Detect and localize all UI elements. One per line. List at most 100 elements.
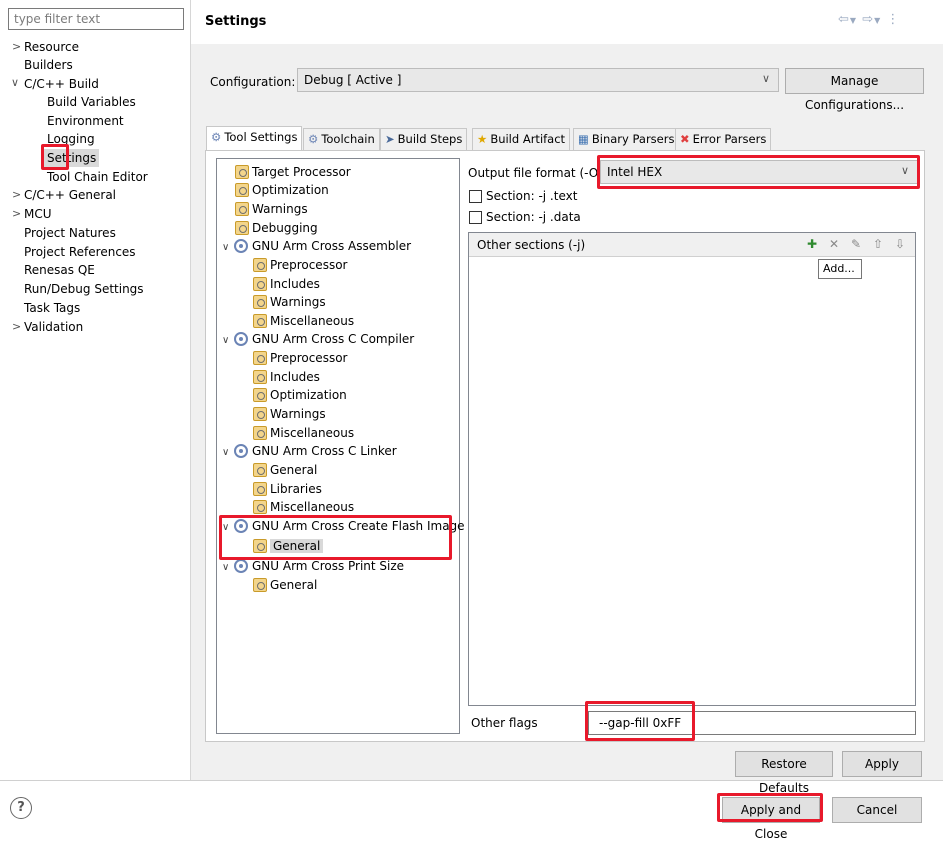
tree-item[interactable]: Debugging xyxy=(235,219,318,237)
nav-item-resource[interactable]: Resource xyxy=(24,38,79,56)
tree-item-label: Miscellaneous xyxy=(270,500,355,514)
tree-item-label: Miscellaneous xyxy=(270,314,355,328)
configuration-select[interactable]: Debug [ Active ] ∨ xyxy=(297,68,779,92)
tree-item[interactable]: Includes xyxy=(253,275,320,293)
nav-item-mcu[interactable]: MCU xyxy=(24,205,52,223)
tree-item[interactable]: ∨ GNU Arm Cross Print Size xyxy=(222,557,404,575)
nav-item-label: Renesas QE xyxy=(24,263,95,277)
nav-item-project-natures[interactable]: Project Natures xyxy=(24,224,116,242)
other-flags-label: Other flags xyxy=(471,716,538,730)
nav-item-cpp-build[interactable]: C/C++ Build xyxy=(24,75,99,93)
nav-item-build-variables[interactable]: Build Variables xyxy=(47,93,136,111)
tree-item[interactable]: Optimization xyxy=(235,181,329,199)
tree-item-label: Includes xyxy=(270,370,320,384)
tab-label: Toolchain xyxy=(321,132,375,146)
tree-item[interactable]: Miscellaneous xyxy=(253,424,354,442)
tab-error-parsers[interactable]: ✖ Error Parsers xyxy=(675,128,772,150)
chevron-down-icon[interactable]: ∨ xyxy=(222,332,234,350)
apply-and-close-button[interactable]: Apply and Close xyxy=(722,797,820,841)
apply-button[interactable]: Apply xyxy=(842,751,922,777)
tree-item[interactable]: ∨ GNU Arm Cross C Compiler xyxy=(222,330,414,348)
section-text-checkbox[interactable] xyxy=(469,190,482,203)
filter-input[interactable] xyxy=(8,8,184,30)
tree-item-label: General xyxy=(270,578,318,592)
chevron-down-icon[interactable]: ∨ xyxy=(222,239,234,257)
other-flags-input[interactable] xyxy=(588,711,916,735)
tree-item[interactable]: Warnings xyxy=(253,405,326,423)
chevron-down-icon[interactable]: ∨ xyxy=(222,519,234,537)
chevron-down-icon: ∨ xyxy=(761,72,770,85)
cancel-button[interactable]: Cancel xyxy=(832,797,922,823)
output-format-value: Intel HEX xyxy=(607,165,663,179)
nav-item-validation[interactable]: Validation xyxy=(24,318,83,336)
restore-defaults-button[interactable]: Restore Defaults xyxy=(735,751,833,795)
nav-item-renesas-qe[interactable]: Renesas QE xyxy=(24,261,95,279)
tree-item[interactable]: General xyxy=(253,461,317,479)
tab-toolchain[interactable]: ⚙ Toolchain xyxy=(303,128,380,150)
tree-item[interactable]: Preprocessor xyxy=(253,256,347,274)
section-data-checkbox[interactable] xyxy=(469,211,482,224)
tab-binary-parsers[interactable]: ▦ Binary Parsers xyxy=(573,128,680,150)
nav-item-run-debug-settings[interactable]: Run/Debug Settings xyxy=(24,280,144,298)
chevron-down-icon[interactable]: ∨ xyxy=(222,444,234,462)
nav-item-cpp-general[interactable]: C/C++ General xyxy=(24,186,116,204)
nav-item-project-references[interactable]: Project References xyxy=(24,243,136,261)
delete-icon[interactable]: ✕ xyxy=(826,236,842,252)
nav-item-environment[interactable]: Environment xyxy=(47,112,124,130)
dropdown-icon[interactable]: ▼ xyxy=(874,16,881,25)
nav-item-builders[interactable]: Builders xyxy=(24,56,73,74)
nav-item-tool-chain-editor[interactable]: Tool Chain Editor xyxy=(47,168,148,186)
tree-item[interactable]: Includes xyxy=(253,368,320,386)
configuration-value: Debug [ Active ] xyxy=(304,73,402,87)
tab-label: Build Steps xyxy=(397,132,463,146)
move-down-icon[interactable]: ⇩ xyxy=(892,236,908,252)
nav-item-settings[interactable]: Settings xyxy=(44,149,100,167)
tab-build-steps[interactable]: ➤ Build Steps xyxy=(380,128,468,150)
settings-page-icon xyxy=(253,370,267,384)
tree-item[interactable]: Miscellaneous xyxy=(253,498,354,516)
tree-item-label: Debugging xyxy=(252,221,318,235)
chevron-right-icon[interactable]: > xyxy=(12,207,24,220)
other-sections-list[interactable] xyxy=(468,232,916,706)
binary-icon: ▦ xyxy=(578,132,589,146)
chevron-down-icon[interactable]: ∨ xyxy=(11,76,23,89)
tree-item[interactable]: ∨ GNU Arm Cross C Linker xyxy=(222,442,397,460)
tree-item[interactable]: General xyxy=(253,576,317,594)
tree-item[interactable]: Miscellaneous xyxy=(253,312,354,330)
edit-icon[interactable]: ✎ xyxy=(848,236,864,252)
manage-configurations-button[interactable]: Manage Configurations... xyxy=(785,68,924,112)
section-text-label: Section: -j .text xyxy=(486,189,578,203)
tree-item[interactable]: Preprocessor xyxy=(253,349,347,367)
add-icon[interactable]: ✚ xyxy=(804,236,820,252)
tree-item[interactable]: Optimization xyxy=(253,386,347,404)
tab-label: Error Parsers xyxy=(692,132,767,146)
tree-item[interactable]: ∨ GNU Arm Cross Create Flash Image xyxy=(222,517,465,535)
tree-item[interactable]: Warnings xyxy=(253,293,326,311)
nav-item-task-tags[interactable]: Task Tags xyxy=(24,299,80,317)
chevron-right-icon[interactable]: > xyxy=(12,40,24,53)
nav-item-logging[interactable]: Logging xyxy=(47,130,95,148)
tab-build-artifact[interactable]: ★ Build Artifact xyxy=(472,128,571,150)
tree-item[interactable]: Target Processor xyxy=(235,163,351,181)
tool-icon xyxy=(234,444,248,458)
tree-item-label: Warnings xyxy=(252,202,308,216)
back-arrow-icon[interactable]: ⇦ xyxy=(838,12,850,27)
output-format-select[interactable]: Intel HEX ∨ xyxy=(600,160,918,184)
tree-item[interactable]: Libraries xyxy=(253,480,322,498)
tree-item[interactable]: ∨ GNU Arm Cross Assembler xyxy=(222,237,411,255)
tree-item-selected[interactable]: General xyxy=(253,537,324,555)
bottom-divider xyxy=(0,780,943,781)
tree-item[interactable]: Warnings xyxy=(235,200,308,218)
nav-item-label: MCU xyxy=(24,207,52,221)
dropdown-icon[interactable]: ▼ xyxy=(850,16,857,25)
chevron-right-icon[interactable]: > xyxy=(12,320,24,333)
chevron-right-icon[interactable]: > xyxy=(12,188,24,201)
chevron-down-icon[interactable]: ∨ xyxy=(222,559,234,577)
nav-item-label: Run/Debug Settings xyxy=(24,282,144,296)
help-icon[interactable]: ? xyxy=(10,797,32,819)
view-menu-icon[interactable]: ⋮ xyxy=(886,12,900,27)
move-up-icon[interactable]: ⇧ xyxy=(870,236,886,252)
tab-tool-settings[interactable]: ⚙ Tool Settings xyxy=(206,126,303,151)
forward-arrow-icon[interactable]: ⇨ xyxy=(862,12,874,27)
settings-page-icon xyxy=(253,277,267,291)
